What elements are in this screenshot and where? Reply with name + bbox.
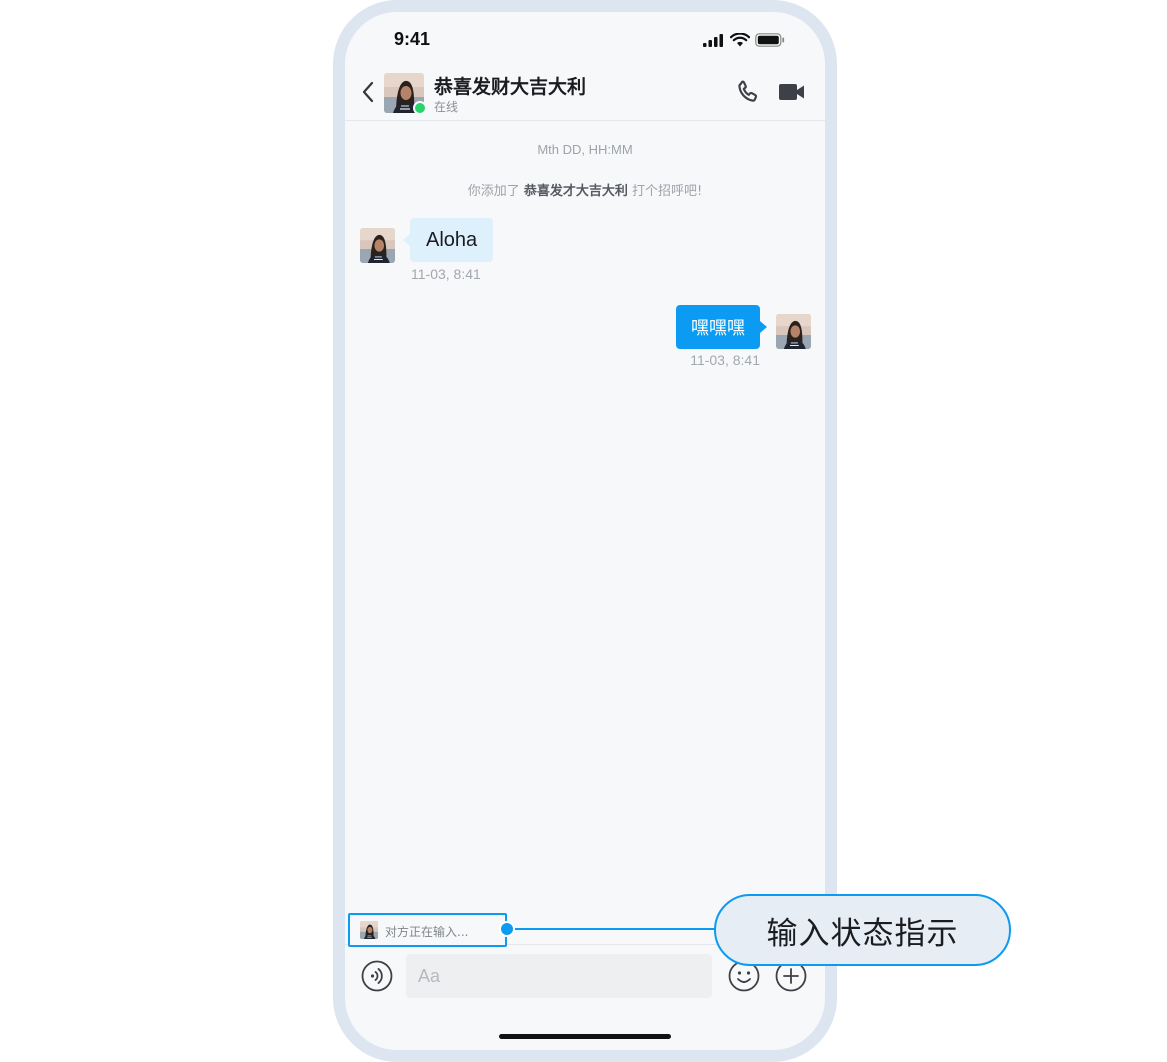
- signal-icon: [703, 33, 723, 47]
- incoming-sender-avatar[interactable]: [360, 228, 395, 263]
- contact-name: 恭喜发财大吉大利: [434, 76, 587, 98]
- status-time: 9:41: [394, 29, 431, 49]
- voice-icon: [361, 960, 393, 992]
- conversation-timestamp: Mth DD, HH:MM: [537, 142, 633, 157]
- home-indicator[interactable]: [499, 1034, 671, 1039]
- typing-avatar: [360, 921, 378, 939]
- message-input[interactable]: [406, 954, 712, 998]
- callout-anchor-dot: [499, 921, 515, 937]
- typing-indicator: 对方正在输入...: [348, 913, 507, 947]
- status-icons: [703, 33, 785, 47]
- typing-indicator-text: 对方正在输入...: [385, 925, 469, 939]
- online-status-dot: [413, 101, 427, 115]
- wifi-icon: [730, 33, 750, 47]
- incoming-message-bubble[interactable]: Aloha: [402, 218, 494, 262]
- voice-input-button[interactable]: [361, 960, 393, 992]
- outgoing-message-time: 11-03, 8:41: [690, 352, 760, 368]
- voice-call-button[interactable]: [735, 79, 761, 105]
- notice-prefix: 你添加了: [467, 184, 520, 199]
- notice-suffix: 打个招呼吧!: [632, 184, 703, 199]
- chat-header: 恭喜发财大吉大利 在线: [345, 68, 825, 121]
- video-camera-icon: [779, 84, 804, 100]
- chevron-left-icon: [362, 81, 374, 103]
- phone-icon: [738, 80, 758, 102]
- video-call-button[interactable]: [777, 80, 807, 104]
- callout-connector-line: [507, 928, 717, 930]
- incoming-message-time: 11-03, 8:41: [411, 266, 481, 282]
- self-avatar[interactable]: [776, 314, 811, 349]
- notice-contact-name: 恭喜发才大吉大利: [523, 184, 628, 199]
- outgoing-message-bubble[interactable]: 嘿嘿嘿: [676, 305, 767, 349]
- contact-status: 在线: [434, 100, 459, 114]
- back-button[interactable]: [357, 78, 379, 106]
- callout-label: 输入状态指示: [714, 894, 1011, 966]
- battery-icon: [755, 33, 785, 47]
- friend-added-notice: 你添加了 恭喜发才大吉大利 打个招呼吧!: [345, 180, 825, 199]
